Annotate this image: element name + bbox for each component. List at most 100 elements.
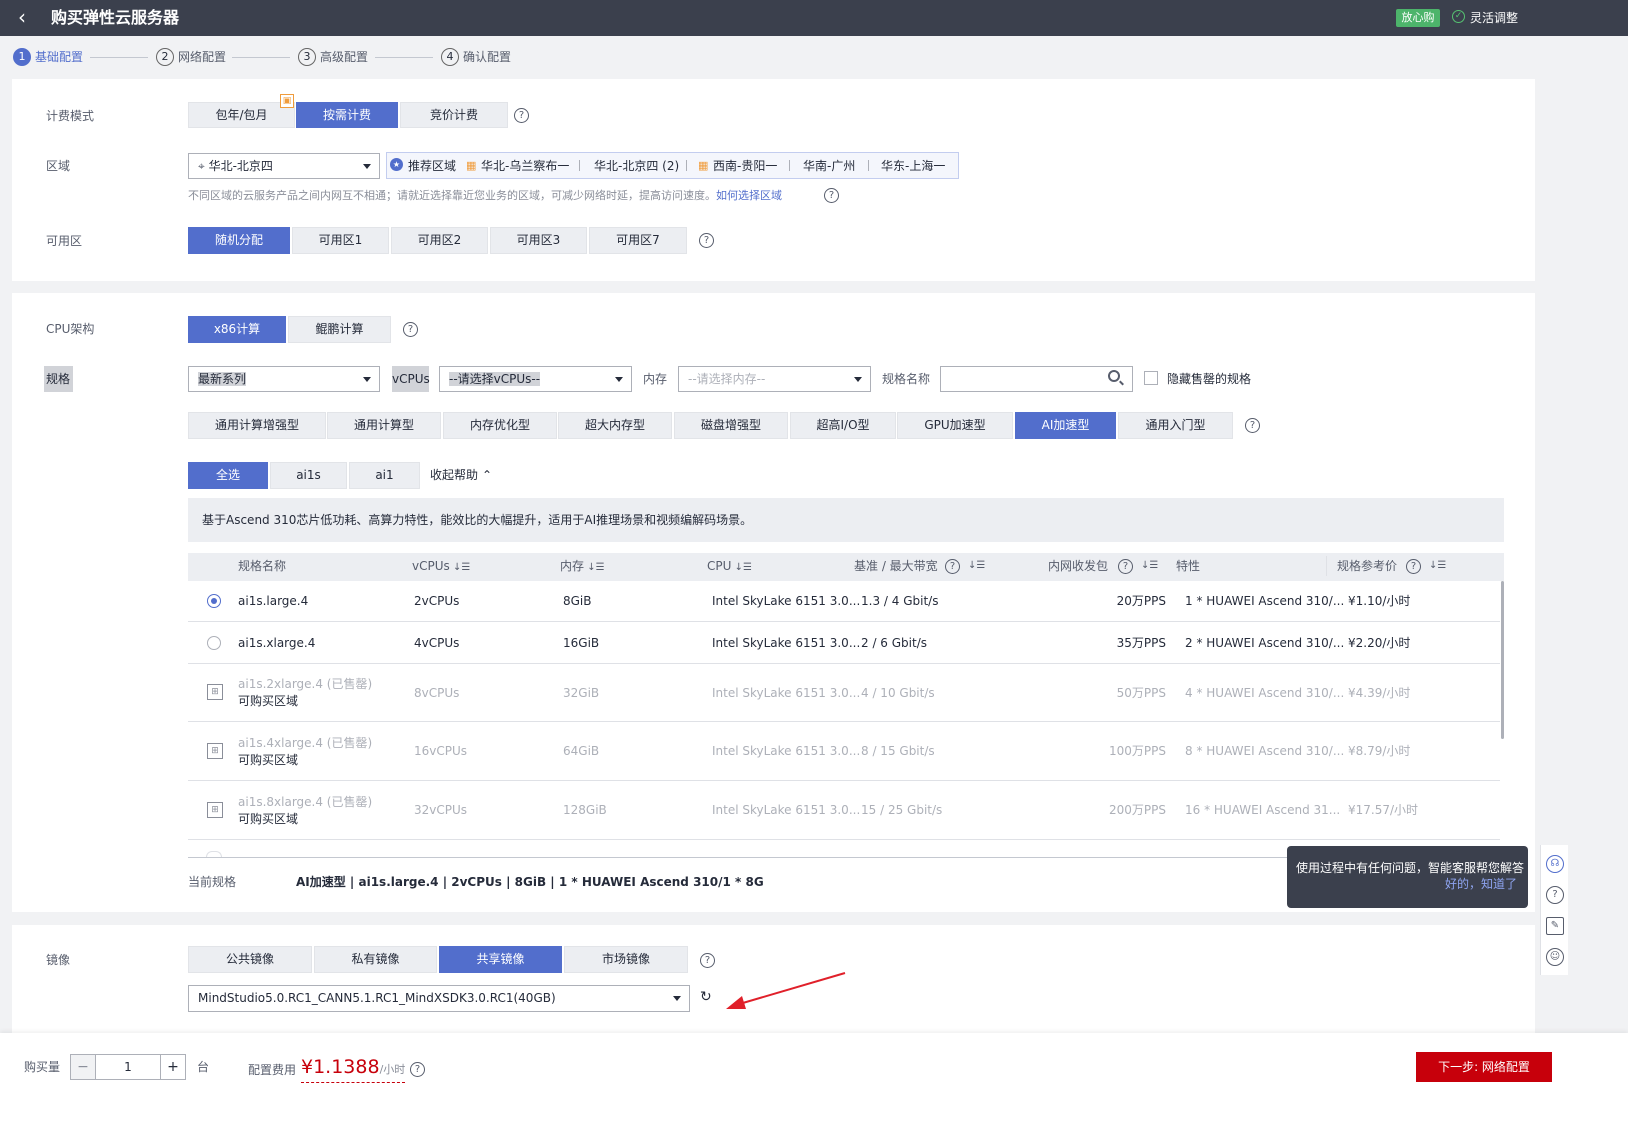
filter-ai1-tab[interactable]: ai1 <box>349 462 420 489</box>
col-bandwidth[interactable]: 基准 / 最大带宽 <box>854 553 938 579</box>
row-vcpus: 32vCPUs <box>414 803 468 817</box>
type-disk-enhanced-tab[interactable]: 磁盘增强型 <box>674 412 788 439</box>
col-spec-name: 规格名称 <box>238 559 287 573</box>
type-general-tab[interactable]: 通用计算型 <box>327 412 441 439</box>
row-divider <box>188 621 1500 622</box>
image-select[interactable]: MindStudio5.0.RC1_CANN5.1.RC1_MindXSDK3.… <box>188 985 690 1012</box>
row-spec-name: ai1s.2xlarge.4 (已售罄) <box>238 677 373 691</box>
top-bar: ‹ 购买弹性云服务器 放心购 ✓ 灵活调整 <box>0 0 1628 36</box>
help-icon[interactable]: ? <box>403 322 418 337</box>
region-label: 区域 <box>46 159 71 173</box>
headset-icon[interactable]: ☊ <box>1546 855 1564 873</box>
type-entry-tab[interactable]: 通用入门型 <box>1118 412 1233 439</box>
chevron-down-icon <box>673 996 681 1001</box>
col-cpu[interactable]: CPU ↓☰ <box>707 553 752 581</box>
type-gpu-tab[interactable]: GPU加速型 <box>897 412 1013 439</box>
image-public-tab[interactable]: 公共镜像 <box>188 946 312 973</box>
region-select[interactable]: ⌖ 华北-北京四 <box>188 153 380 179</box>
region-chip-guangzhou[interactable]: 华南-广州 <box>803 158 855 174</box>
table-scrollbar[interactable] <box>1501 581 1504 739</box>
row-radio-selected[interactable] <box>207 594 221 608</box>
memory-select[interactable]: --请选择内存-- <box>678 366 871 392</box>
step-connector <box>375 57 433 58</box>
search-icon[interactable] <box>1108 370 1120 382</box>
region-chip-beijing4[interactable]: 华北-北京四 (2) <box>594 158 679 174</box>
smile-icon[interactable]: ☺ <box>1546 948 1564 966</box>
help-icon[interactable]: ? <box>699 233 714 248</box>
az-7-tab[interactable]: 可用区7 <box>589 227 687 254</box>
vcpus-select[interactable]: --请选择vCPUs-- <box>439 366 632 392</box>
tooltip-dismiss-link[interactable]: 好的，知道了 <box>1420 876 1517 892</box>
type-general-enhanced-tab[interactable]: 通用计算增强型 <box>188 412 326 439</box>
back-arrow-icon[interactable]: ‹ <box>18 6 26 28</box>
spec-name-input[interactable] <box>940 366 1133 392</box>
az-label: 可用区 <box>46 234 83 248</box>
row-spec-name: ai1s.large.4 <box>238 594 309 608</box>
type-ai-tab[interactable]: AI加速型 <box>1015 412 1116 439</box>
plus-icon[interactable]: + <box>160 1055 185 1079</box>
type-large-memory-tab[interactable]: 超大内存型 <box>558 412 672 439</box>
fee-label: 配置费用 <box>248 1063 297 1077</box>
quantity-input[interactable]: 1 <box>96 1059 160 1075</box>
help-icon[interactable]: ? <box>945 559 960 574</box>
region-select-value: 华北-北京四 <box>208 159 273 173</box>
purchasable-region-link[interactable]: 可购买区域 <box>238 752 298 768</box>
minus-icon[interactable]: − <box>71 1055 96 1079</box>
hide-soldout-checkbox[interactable] <box>1144 371 1158 385</box>
sort-icon[interactable]: ↓☰ <box>1141 553 1158 579</box>
help-icon[interactable]: ? <box>410 1062 425 1077</box>
region-chip-guiyang[interactable]: 西南-贵阳一 <box>713 158 777 174</box>
image-shared-tab[interactable]: 共享镜像 <box>439 946 562 973</box>
sort-icon[interactable]: ↓☰ <box>1429 553 1446 579</box>
next-network-config-button[interactable]: 下一步: 网络配置 <box>1416 1052 1552 1082</box>
billing-ondemand-tab[interactable]: 按需计费 <box>296 102 398 128</box>
filter-all-tab[interactable]: 全选 <box>188 462 268 489</box>
type-memory-optimized-tab[interactable]: 内存优化型 <box>443 412 557 439</box>
divider <box>1326 556 1327 576</box>
sort-icon[interactable]: ↓☰ <box>968 553 985 579</box>
step-4-number: 4 <box>441 48 459 66</box>
cpu-kunpeng-tab[interactable]: 鲲鹏计算 <box>288 316 391 343</box>
image-label: 镜像 <box>46 953 71 967</box>
flex-adjust-link[interactable]: 灵活调整 <box>1470 10 1518 26</box>
filter-ai1s-tab[interactable]: ai1s <box>270 462 347 489</box>
row-vcpus: 4vCPUs <box>414 636 460 650</box>
sort-icon[interactable]: ↓☰ <box>731 562 752 573</box>
help-icon[interactable]: ? <box>1406 559 1421 574</box>
sort-icon[interactable]: ↓☰ <box>584 562 604 573</box>
az-3-tab[interactable]: 可用区3 <box>490 227 587 254</box>
col-memory[interactable]: 内存 ↓☰ <box>560 553 605 581</box>
help-icon[interactable]: ? <box>1546 886 1564 904</box>
region-chip-ulanqab[interactable]: 华北-乌兰察布一 <box>481 158 569 174</box>
refresh-icon[interactable]: ↻ <box>700 989 712 1005</box>
step-2-label: 网络配置 <box>178 50 227 64</box>
billing-spot-tab[interactable]: 竞价计费 <box>400 102 508 128</box>
row-memory: 8GiB <box>563 594 592 608</box>
purchasable-region-link[interactable]: 可购买区域 <box>238 693 298 709</box>
billing-yearly-tab[interactable]: 包年/包月 <box>188 102 295 128</box>
help-icon[interactable]: ? <box>1118 559 1133 574</box>
collapse-help-link[interactable]: 收起帮助 ⌃ <box>430 467 492 483</box>
series-select[interactable]: 最新系列 <box>188 366 380 392</box>
help-icon[interactable]: ? <box>514 108 529 123</box>
cpu-x86-tab[interactable]: x86计算 <box>188 316 286 343</box>
help-icon[interactable]: ? <box>700 953 715 968</box>
image-market-tab[interactable]: 市场镜像 <box>564 946 688 973</box>
purchasable-region-link[interactable]: 可购买区域 <box>238 811 298 827</box>
how-to-choose-region-link[interactable]: 如何选择区域 <box>716 189 782 202</box>
row-radio[interactable] <box>207 636 221 650</box>
help-icon[interactable]: ? <box>824 188 839 203</box>
az-random-tab[interactable]: 随机分配 <box>188 227 290 254</box>
az-2-tab[interactable]: 可用区2 <box>391 227 488 254</box>
chevron-down-icon <box>854 377 862 382</box>
region-chip-shanghai[interactable]: 华东-上海一 <box>881 158 945 174</box>
col-vcpus[interactable]: vCPUs ↓☰ <box>412 553 470 581</box>
az-1-tab[interactable]: 可用区1 <box>292 227 389 254</box>
help-icon[interactable]: ? <box>1245 418 1260 433</box>
row-bandwidth: 1.3 / 4 Gbit/s <box>861 594 939 608</box>
image-private-tab[interactable]: 私有镜像 <box>314 946 437 973</box>
sort-icon[interactable]: ↓☰ <box>450 562 470 573</box>
edit-icon[interactable]: ✎ <box>1546 917 1564 935</box>
type-high-io-tab[interactable]: 超高I/O型 <box>790 412 896 439</box>
fee-amount[interactable]: ¥1.1388/小时 <box>301 1055 406 1083</box>
